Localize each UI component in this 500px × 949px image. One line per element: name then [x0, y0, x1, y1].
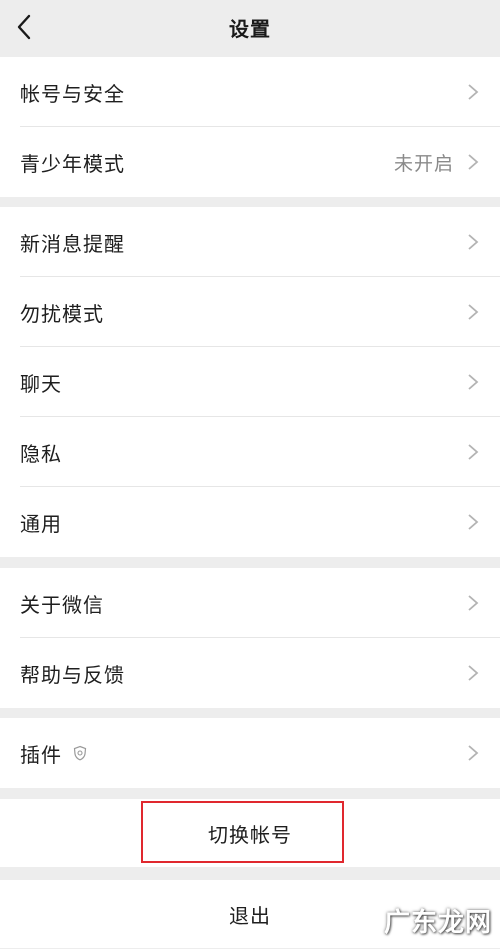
settings-item-label: 帮助与反馈: [20, 663, 125, 687]
settings-item-chat[interactable]: 聊天: [0, 347, 500, 417]
navigation-bar: 设置: [0, 0, 500, 54]
chevron-right-icon: [468, 514, 479, 530]
chevron-right-icon: [468, 154, 479, 170]
settings-item-new-message-alerts[interactable]: 新消息提醒: [0, 207, 500, 277]
chevron-right-icon: [468, 374, 479, 390]
settings-item-account-security[interactable]: 帐号与安全: [0, 57, 500, 127]
settings-item-privacy[interactable]: 隐私: [0, 417, 500, 487]
settings-item-label: 通用: [20, 512, 62, 536]
teen-mode-status: 未开启: [393, 153, 454, 175]
settings-group-plugins: 插件: [0, 718, 500, 788]
chevron-right-icon: [468, 665, 479, 681]
settings-item-help-feedback[interactable]: 帮助与反馈: [0, 638, 500, 708]
watermark: 广东龙网: [383, 908, 492, 938]
chevron-right-icon: [468, 444, 479, 460]
chevron-right-icon: [468, 595, 479, 611]
settings-item-label: 勿扰模式: [20, 302, 104, 326]
settings-item-label: 关于微信: [20, 593, 104, 617]
chevron-right-icon: [468, 84, 479, 100]
chevron-right-icon: [468, 745, 479, 761]
settings-item-plugins[interactable]: 插件: [0, 718, 500, 788]
chevron-right-icon: [468, 234, 479, 250]
page-title: 设置: [229, 17, 271, 41]
plugin-shield-icon: [73, 745, 87, 761]
settings-item-about-wechat[interactable]: 关于微信: [0, 568, 500, 638]
settings-item-teen-mode[interactable]: 青少年模式 未开启: [0, 127, 500, 197]
chevron-right-icon: [468, 304, 479, 320]
settings-item-general[interactable]: 通用: [0, 487, 500, 557]
settings-item-label: 新消息提醒: [20, 232, 125, 256]
highlight-box: [141, 801, 344, 863]
settings-item-label: 帐号与安全: [20, 82, 125, 106]
settings-group-account: 帐号与安全 青少年模式 未开启: [0, 57, 500, 197]
settings-group-general: 新消息提醒 勿扰模式 聊天 隐私 通用: [0, 207, 500, 557]
settings-item-label: 青少年模式: [20, 152, 125, 176]
settings-item-label: 隐私: [20, 442, 62, 466]
settings-group-about: 关于微信 帮助与反馈: [0, 568, 500, 708]
settings-item-label: 插件: [20, 743, 62, 767]
settings-item-label: 聊天: [20, 372, 62, 396]
settings-item-do-not-disturb[interactable]: 勿扰模式: [0, 277, 500, 347]
